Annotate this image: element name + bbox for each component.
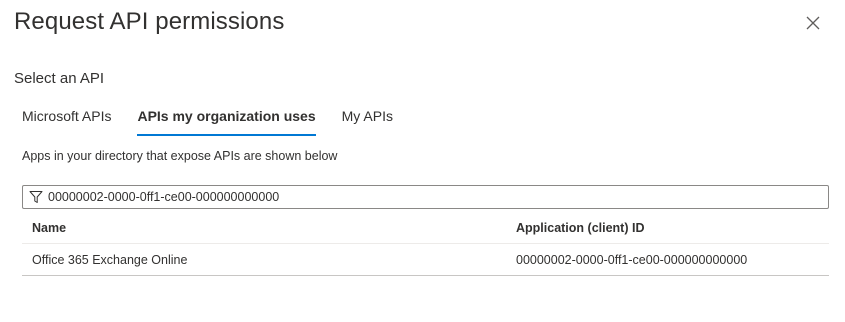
filter-icon (29, 191, 43, 203)
row-client-id-cell: 00000002-0000-0ff1-ce00-000000000000 (516, 252, 748, 267)
tab-my-apis[interactable]: My APIs (342, 108, 393, 132)
api-table: Name Application (client) ID Office 365 … (22, 212, 829, 276)
close-button[interactable] (802, 12, 824, 34)
column-header-client-id[interactable]: Application (client) ID (516, 221, 829, 235)
tab-apis-my-organization-uses[interactable]: APIs my organization uses (137, 108, 316, 136)
helper-text: Apps in your directory that expose APIs … (22, 149, 338, 163)
table-header: Name Application (client) ID (22, 212, 829, 244)
tab-microsoft-apis[interactable]: Microsoft APIs (22, 108, 111, 132)
api-tabs: Microsoft APIs APIs my organization uses… (22, 108, 419, 136)
table-row[interactable]: Office 365 Exchange Online 00000002-0000… (22, 244, 829, 276)
filter-input[interactable] (48, 190, 808, 204)
column-header-name[interactable]: Name (22, 221, 516, 235)
close-icon (806, 16, 820, 30)
select-api-label: Select an API (14, 70, 105, 87)
request-api-permissions-panel: Request API permissions Select an API Mi… (0, 0, 845, 322)
row-name-cell: Office 365 Exchange Online (32, 252, 188, 267)
panel-title: Request API permissions (14, 8, 285, 35)
filter-box[interactable] (22, 185, 829, 209)
